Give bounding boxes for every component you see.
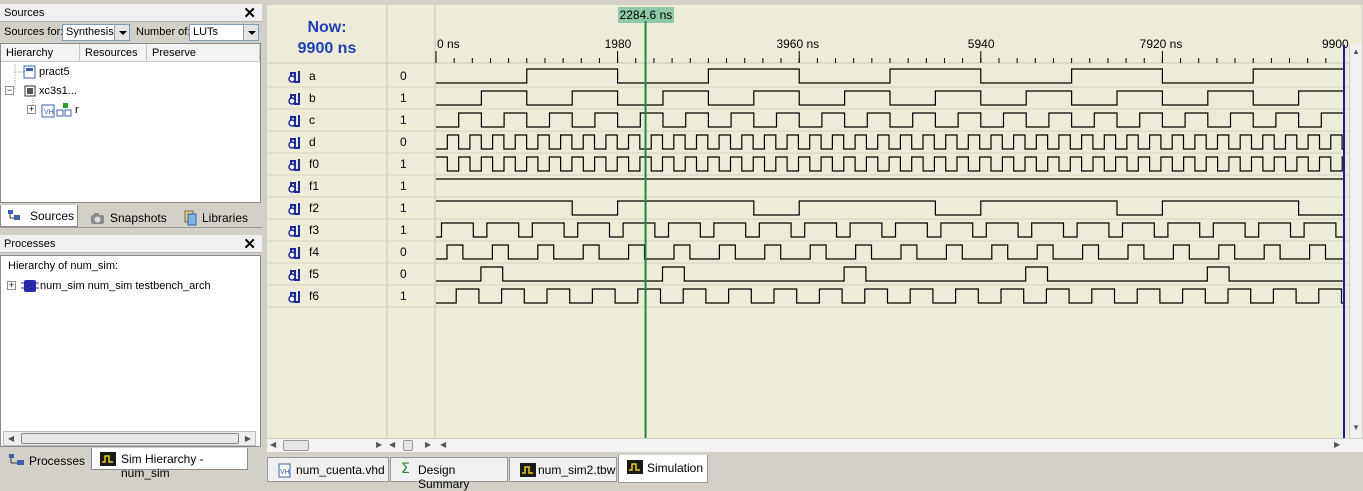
number-of-value: LUTs (193, 26, 219, 38)
svg-text:VH: VH (44, 109, 54, 116)
tab-processes[interactable]: Processes (4, 451, 86, 473)
sources-for-label: Sources for: (4, 26, 64, 38)
chevron-down-icon[interactable] (114, 25, 129, 40)
column-header-hierarchy[interactable]: Hierarchy (1, 44, 80, 62)
waveform-icon (627, 460, 643, 474)
names-scroll-thumb[interactable] (283, 440, 309, 451)
processes-title: Processes (4, 238, 56, 250)
tab-sources[interactable]: Sources (0, 205, 78, 227)
svg-text:VH: VH (280, 469, 290, 476)
sources-for-dropdown[interactable]: Synthesis/ (62, 24, 130, 41)
tree-label: pract5 (39, 66, 70, 78)
vertical-scrollbar[interactable]: ▲ ▼ (1349, 45, 1362, 437)
camera-icon (91, 213, 104, 224)
sources-tab-icon (8, 210, 20, 220)
waveform-window[interactable]: Now: 9900 ns a 0 b 1 c 1 d 0 f0 1 f1 1 f2 1 f3 1 f4 0 f5 0 f… (267, 5, 1362, 438)
scroll-right-icon[interactable]: ▶ (425, 440, 431, 449)
waveform-trace-c (436, 112, 1345, 128)
chip-icon (24, 85, 36, 97)
scroll-down-icon[interactable]: ▼ (1352, 423, 1360, 432)
waveform-canvas[interactable] (267, 5, 1362, 438)
number-of-dropdown[interactable]: LUTs (189, 24, 259, 41)
waveform-trace-f3 (436, 222, 1344, 238)
process-item-label: num_sim num_sim testbench_arch (40, 280, 211, 292)
number-of-label: Number of: (136, 26, 191, 38)
scroll-left-icon[interactable]: ◀ (4, 432, 18, 445)
project-icon (23, 65, 36, 79)
library-icon (184, 210, 197, 226)
scroll-left-icon[interactable]: ◀ (440, 440, 446, 449)
scroll-right-icon[interactable]: ▶ (1334, 440, 1340, 449)
sigma-icon: Σ (401, 461, 410, 477)
column-header-preserve[interactable]: Preserve (147, 44, 260, 62)
chevron-down-icon[interactable] (243, 25, 258, 40)
sources-for-value: Synthesis/ (66, 26, 117, 38)
tab-label: num_sim2.tbw (538, 463, 616, 477)
testbench-icon (21, 280, 39, 292)
processes-panel-title: Processes ✕ (0, 235, 262, 253)
close-icon[interactable]: ✕ (243, 4, 256, 22)
tab-sim-hierarchy[interactable]: Sim Hierarchy - num_sim (91, 448, 248, 480)
waveform-trace-f4 (436, 244, 1344, 260)
waveform-trace-f2 (436, 200, 1344, 216)
processes-tree[interactable]: Hierarchy of num_sim: + num_sim num_sim … (0, 255, 261, 447)
sources-title: Sources (4, 7, 45, 19)
tab-num-cuenta-vhd[interactable]: VH num_cuenta.vhd (267, 457, 389, 482)
collapse-icon[interactable]: − (5, 86, 14, 95)
processes-tab-icon (9, 454, 24, 465)
vhdl-module-icon: VH (41, 103, 72, 118)
tab-simulation[interactable]: Simulation (618, 455, 708, 483)
waveform-hscroll-bar: ◀ ▶ ◀ ▶ ◀ ▶ (267, 438, 1363, 452)
tab-label: num_cuenta.vhd (296, 463, 385, 477)
scroll-thumb[interactable] (21, 433, 239, 444)
tab-label: Simulation (647, 461, 704, 475)
tab-label: Sources (30, 209, 75, 223)
horizontal-scrollbar[interactable]: ◀ ▶ (3, 431, 256, 446)
waveform-icon (100, 452, 116, 466)
scroll-right-icon[interactable]: ▶ (376, 440, 382, 449)
scroll-right-icon[interactable]: ▶ (241, 432, 255, 445)
sources-tree[interactable]: Hierarchy Resources Preserve pract5 − xc… (0, 43, 261, 203)
tab-label: Libraries (202, 211, 249, 225)
tab-num-sim2-tbw[interactable]: num_sim2.tbw (509, 457, 617, 482)
tab-label: Processes (29, 454, 86, 468)
waveform-trace-d (436, 134, 1344, 150)
close-icon[interactable]: ✕ (243, 235, 256, 253)
scroll-up-icon[interactable]: ▲ (1352, 47, 1360, 56)
waveform-trace-f6 (436, 288, 1344, 304)
tab-label: Sim Hierarchy - num_sim (121, 452, 204, 480)
scroll-left-icon[interactable]: ◀ (389, 440, 395, 449)
expand-icon[interactable]: + (27, 105, 36, 114)
waveform-icon (520, 463, 536, 477)
tab-label: Snapshots (110, 211, 167, 225)
tree-label: xc3s1... (39, 85, 77, 97)
waveform-trace-a (436, 68, 1344, 84)
divider (0, 227, 262, 228)
values-scroll-thumb[interactable] (403, 440, 413, 451)
tab-design-summary[interactable]: Σ Design Summary (390, 457, 508, 491)
scroll-left-icon[interactable]: ◀ (270, 440, 276, 449)
hierarchy-of-label: Hierarchy of num_sim: (8, 260, 119, 272)
waveform-trace-f5 (436, 266, 1344, 282)
vhdl-file-icon: VH (278, 463, 291, 478)
sources-panel-title: Sources ✕ (0, 4, 262, 22)
column-header-resources[interactable]: Resources (80, 44, 147, 62)
tree-label: r (75, 104, 79, 116)
expand-icon[interactable]: + (7, 281, 16, 290)
tab-label: Design Summary (418, 463, 470, 491)
waveform-trace-b (436, 90, 1344, 106)
waveform-trace-f0 (436, 156, 1344, 172)
